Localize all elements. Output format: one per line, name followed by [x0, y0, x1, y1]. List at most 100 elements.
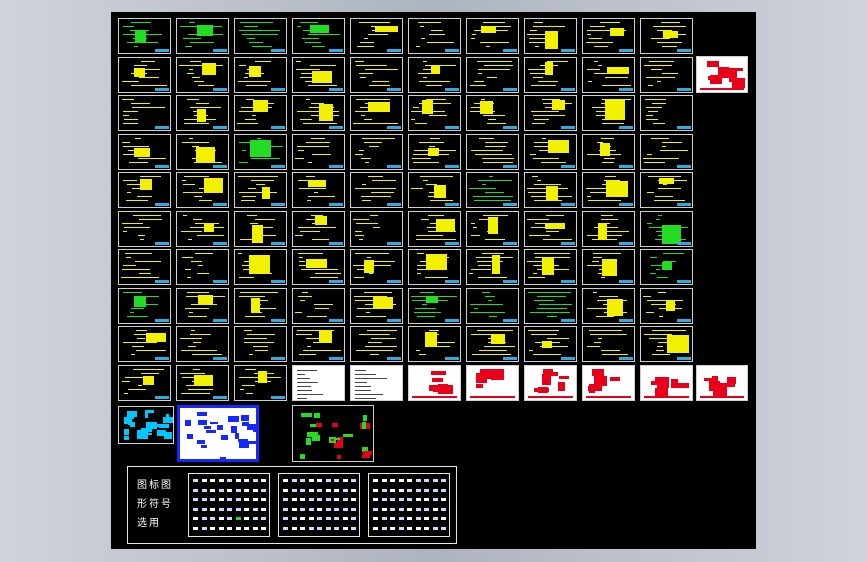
drawing-sheet[interactable]: [234, 249, 287, 285]
drawing-sheet[interactable]: [292, 326, 345, 362]
drawing-sheet[interactable]: [582, 56, 635, 93]
drawing-sheet[interactable]: [234, 56, 287, 93]
drawing-sheet[interactable]: [176, 364, 229, 401]
red-green-grid[interactable]: [292, 405, 374, 462]
drawing-sheet[interactable]: [524, 326, 577, 362]
drawing-sheet[interactable]: [118, 95, 171, 131]
drawing-sheet[interactable]: [582, 133, 635, 170]
drawing-sheet[interactable]: [640, 249, 693, 285]
cyan-schematic[interactable]: [118, 406, 174, 444]
small-table-sheet[interactable]: [696, 56, 748, 93]
drawing-sheet[interactable]: [524, 210, 577, 247]
drawing-sheet[interactable]: [640, 287, 693, 324]
drawing-sheet[interactable]: [176, 172, 229, 208]
drawing-sheet[interactable]: [466, 95, 519, 131]
drawing-sheet[interactable]: [640, 364, 693, 401]
drawing-sheet[interactable]: [640, 172, 693, 208]
drawing-sheet[interactable]: [582, 95, 635, 131]
drawing-sheet[interactable]: [176, 95, 229, 131]
legend-sheet-symbols-c[interactable]: [368, 473, 450, 537]
drawing-sheet[interactable]: [176, 249, 229, 285]
drawing-sheet[interactable]: [408, 210, 461, 247]
drawing-sheet[interactable]: [118, 133, 171, 170]
drawing-sheet[interactable]: [582, 326, 635, 362]
legend-symbol-frame[interactable]: 图标图形符号选用: [127, 466, 457, 544]
drawing-sheet[interactable]: [234, 18, 287, 54]
drawing-sheet[interactable]: [466, 287, 519, 324]
drawing-sheet[interactable]: [408, 287, 461, 324]
drawing-sheet[interactable]: [350, 326, 403, 362]
drawing-sheet[interactable]: [466, 56, 519, 93]
drawing-sheet[interactable]: [292, 56, 345, 93]
drawing-sheet[interactable]: [466, 326, 519, 362]
drawing-sheet[interactable]: [234, 210, 287, 247]
drawing-sheet[interactable]: [640, 95, 693, 131]
drawing-sheet[interactable]: [234, 364, 287, 401]
drawing-sheet[interactable]: [292, 210, 345, 247]
drawing-sheet[interactable]: [350, 95, 403, 131]
drawing-sheet[interactable]: [234, 326, 287, 362]
drawing-sheet[interactable]: [582, 172, 635, 208]
drawing-sheet[interactable]: [176, 18, 229, 54]
drawing-sheet[interactable]: [292, 95, 345, 131]
drawing-sheet[interactable]: [408, 364, 461, 401]
drawing-sheet[interactable]: [408, 95, 461, 131]
drawing-sheet[interactable]: [408, 18, 461, 54]
drawing-sheet[interactable]: [176, 210, 229, 247]
drawing-sheet[interactable]: [118, 172, 171, 208]
drawing-sheet[interactable]: [408, 249, 461, 285]
drawing-sheet[interactable]: [292, 249, 345, 285]
drawing-sheet[interactable]: [350, 364, 403, 401]
drawing-sheet[interactable]: [640, 18, 693, 54]
drawing-sheet[interactable]: [582, 287, 635, 324]
drawing-sheet[interactable]: [350, 287, 403, 324]
drawing-sheet[interactable]: [292, 172, 345, 208]
drawing-sheet[interactable]: [640, 56, 693, 93]
drawing-sheet[interactable]: [408, 326, 461, 362]
drawing-sheet[interactable]: [524, 95, 577, 131]
drawing-sheet[interactable]: [408, 172, 461, 208]
drawing-sheet[interactable]: [640, 326, 693, 362]
drawing-sheet[interactable]: [176, 56, 229, 93]
drawing-sheet[interactable]: [118, 364, 171, 401]
drawing-sheet[interactable]: [350, 249, 403, 285]
drawing-sheet[interactable]: [350, 210, 403, 247]
drawing-sheet[interactable]: [234, 287, 287, 324]
drawing-sheet[interactable]: [176, 326, 229, 362]
drawing-sheet[interactable]: [234, 172, 287, 208]
drawing-sheet[interactable]: [176, 287, 229, 324]
red-table-sheet[interactable]: [696, 365, 748, 401]
drawing-sheet[interactable]: [524, 56, 577, 93]
legend-sheet-symbols-a[interactable]: [188, 473, 270, 537]
drawing-sheet[interactable]: [582, 249, 635, 285]
drawing-sheet[interactable]: [524, 364, 577, 401]
drawing-sheet[interactable]: [640, 210, 693, 247]
blue-symbol-sheet[interactable]: [177, 405, 259, 462]
drawing-sheet[interactable]: [466, 18, 519, 54]
drawing-sheet[interactable]: [292, 364, 345, 401]
drawing-sheet[interactable]: [640, 133, 693, 170]
drawing-sheet[interactable]: [350, 172, 403, 208]
drawing-sheet[interactable]: [582, 18, 635, 54]
drawing-sheet[interactable]: [524, 172, 577, 208]
drawing-sheet[interactable]: [118, 18, 171, 54]
drawing-sheet[interactable]: [524, 18, 577, 54]
drawing-sheet[interactable]: [408, 133, 461, 170]
drawing-sheet[interactable]: [582, 364, 635, 401]
drawing-sheet[interactable]: [350, 18, 403, 54]
drawing-sheet[interactable]: [118, 249, 171, 285]
drawing-sheet[interactable]: [118, 287, 171, 324]
drawing-sheet[interactable]: [292, 287, 345, 324]
drawing-sheet[interactable]: [582, 210, 635, 247]
drawing-sheet[interactable]: [466, 210, 519, 247]
legend-sheet-symbols-b[interactable]: [278, 473, 360, 537]
drawing-sheet[interactable]: [350, 133, 403, 170]
drawing-sheet[interactable]: [176, 133, 229, 170]
drawing-sheet[interactable]: [118, 210, 171, 247]
drawing-sheet[interactable]: [466, 364, 519, 401]
drawing-sheet[interactable]: [524, 133, 577, 170]
drawing-sheet[interactable]: [350, 56, 403, 93]
drawing-sheet[interactable]: [466, 133, 519, 170]
drawing-sheet[interactable]: [524, 287, 577, 324]
drawing-sheet[interactable]: [466, 172, 519, 208]
